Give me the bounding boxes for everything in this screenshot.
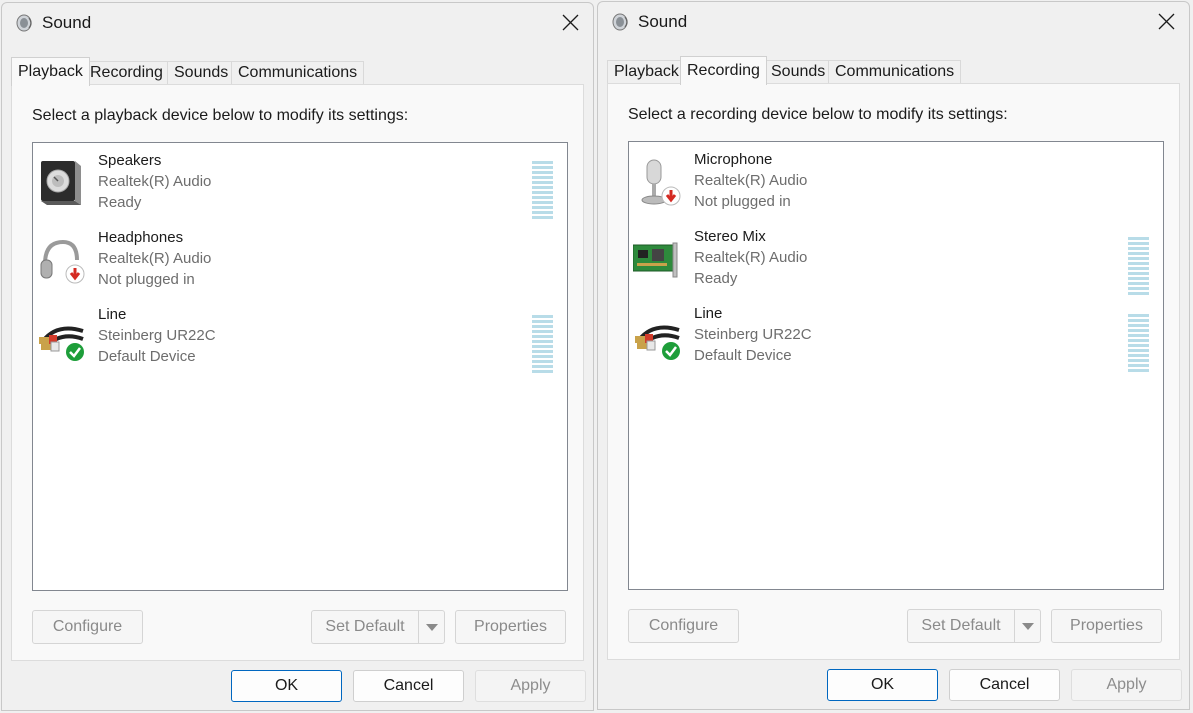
device-list[interactable]: Speakers Realtek(R) Audio Ready Headphon…: [32, 142, 568, 591]
apply-button[interactable]: Apply: [1071, 669, 1182, 701]
tab-panel: Select a playback device below to modify…: [11, 84, 584, 661]
tab-panel: Select a recording device below to modif…: [607, 83, 1180, 660]
properties-button[interactable]: Properties: [1051, 609, 1162, 643]
close-icon: [1158, 13, 1175, 30]
device-status: Not plugged in: [98, 271, 195, 288]
title-bar: Sound: [598, 2, 1189, 46]
title-bar: Sound: [2, 3, 593, 47]
device-status: Ready: [694, 270, 738, 287]
chevron-down-icon: [1022, 623, 1034, 630]
tab-sounds[interactable]: Sounds: [764, 60, 833, 84]
level-meter: [532, 161, 553, 219]
configure-button[interactable]: Configure: [32, 610, 143, 644]
ok-button[interactable]: OK: [827, 669, 938, 701]
instruction-text: Select a playback device below to modify…: [32, 107, 409, 124]
device-driver: Steinberg UR22C: [694, 326, 812, 343]
device-item-line[interactable]: Line Steinberg UR22C Default Device: [629, 304, 1163, 374]
device-name: Line: [98, 306, 127, 323]
close-icon: [562, 14, 579, 31]
device-status: Default Device: [98, 348, 196, 365]
tab-communications[interactable]: Communications: [231, 61, 365, 85]
line-cable-default-icon: [39, 326, 84, 361]
properties-button[interactable]: Properties: [455, 610, 566, 644]
speaker-icon: [41, 161, 81, 205]
sound-app-icon: [16, 14, 32, 32]
device-driver: Realtek(R) Audio: [694, 172, 808, 189]
sound-card-icon: [633, 242, 678, 278]
device-status: Not plugged in: [694, 193, 791, 210]
device-driver: Steinberg UR22C: [98, 327, 216, 344]
tab-playback[interactable]: Playback: [607, 60, 686, 84]
tab-communications[interactable]: Communications: [828, 60, 962, 84]
microphone-unplugged-icon: [641, 159, 681, 206]
headphones-unplugged-icon: [40, 239, 85, 284]
device-name: Line: [694, 305, 723, 322]
device-status: Default Device: [694, 347, 792, 364]
tab-recording[interactable]: Recording: [680, 56, 767, 85]
device-name: Microphone: [694, 151, 773, 168]
device-name: Headphones: [98, 229, 184, 246]
sound-dialog-recording: Sound Playback Recording Sounds Communic…: [597, 1, 1190, 710]
apply-button[interactable]: Apply: [475, 670, 586, 702]
ok-button[interactable]: OK: [231, 670, 342, 702]
level-meter: [1128, 237, 1149, 295]
cancel-button[interactable]: Cancel: [353, 670, 464, 702]
device-item-stereo-mix[interactable]: Stereo Mix Realtek(R) Audio Ready: [629, 227, 1163, 297]
device-item-headphones[interactable]: Headphones Realtek(R) Audio Not plugged …: [33, 228, 567, 298]
configure-button[interactable]: Configure: [628, 609, 739, 643]
tab-sounds[interactable]: Sounds: [167, 61, 236, 85]
close-button[interactable]: [547, 3, 593, 43]
set-default-button[interactable]: Set Default: [311, 610, 419, 644]
window-title: Sound: [638, 12, 688, 31]
device-driver: Realtek(R) Audio: [98, 250, 212, 267]
cancel-button[interactable]: Cancel: [949, 669, 1060, 701]
sound-app-icon: [612, 13, 628, 31]
device-item-line[interactable]: Line Steinberg UR22C Default Device: [33, 305, 567, 375]
set-default-button[interactable]: Set Default: [907, 609, 1015, 643]
set-default-dropdown-button[interactable]: [1014, 609, 1041, 643]
device-name: Stereo Mix: [694, 228, 766, 245]
device-item-microphone[interactable]: Microphone Realtek(R) Audio Not plugged …: [629, 150, 1163, 220]
tab-recording[interactable]: Recording: [83, 61, 170, 85]
close-button[interactable]: [1143, 2, 1189, 42]
device-status: Ready: [98, 194, 142, 211]
tab-playback[interactable]: Playback: [11, 57, 90, 86]
line-cable-default-icon: [635, 325, 680, 360]
device-name: Speakers: [98, 152, 162, 169]
level-meter: [532, 315, 553, 373]
level-meter: [1128, 314, 1149, 372]
device-driver: Realtek(R) Audio: [694, 249, 808, 266]
window-title: Sound: [42, 13, 92, 32]
sound-dialog-playback: Sound Playback Recording Sounds Communic…: [1, 2, 594, 711]
chevron-down-icon: [426, 624, 438, 631]
set-default-dropdown-button[interactable]: [418, 610, 445, 644]
device-driver: Realtek(R) Audio: [98, 173, 212, 190]
device-item-speakers[interactable]: Speakers Realtek(R) Audio Ready: [33, 151, 567, 221]
instruction-text: Select a recording device below to modif…: [628, 106, 1008, 123]
device-list[interactable]: Microphone Realtek(R) Audio Not plugged …: [628, 141, 1164, 590]
